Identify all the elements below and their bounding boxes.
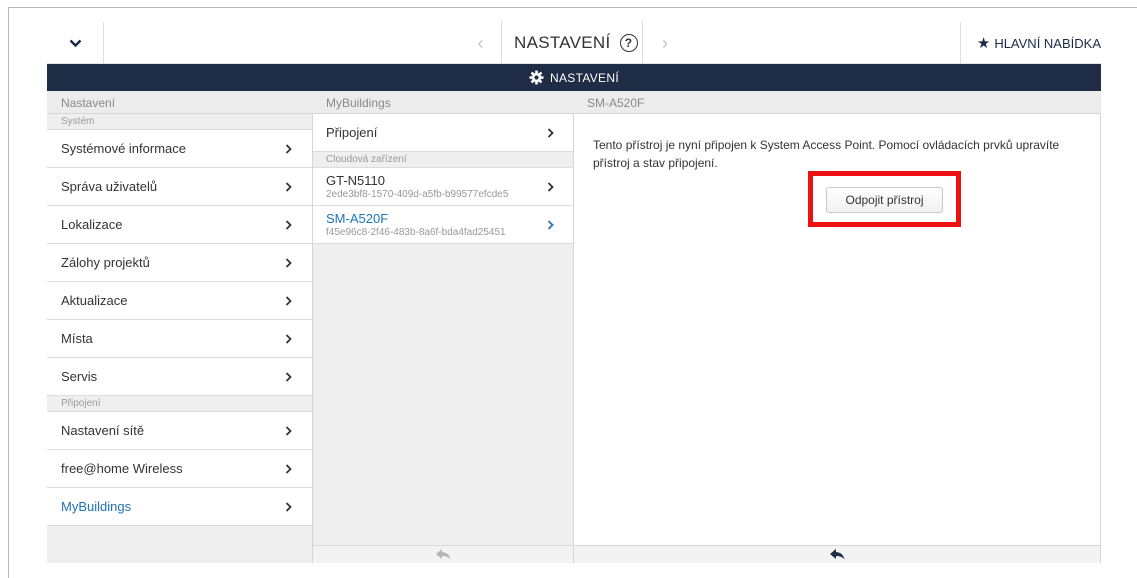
help-icon-glyph: ?	[624, 36, 633, 50]
chevron-right-icon	[547, 181, 554, 192]
chevron-right-icon	[547, 219, 554, 230]
chevron-right-icon	[285, 257, 292, 268]
next-page-button[interactable]: ›	[642, 22, 687, 64]
list-item-connection[interactable]: Připojení	[313, 114, 573, 152]
device-name: GT-N5110	[326, 172, 386, 188]
chevron-right-icon	[285, 143, 292, 154]
back-arrow-icon[interactable]	[829, 549, 845, 560]
chevron-right-icon: ›	[662, 32, 668, 53]
main-menu-label: HLAVNÍ NABÍDKA	[994, 35, 1101, 51]
settings-sidebar: Systém Systémové informace Správa uživat…	[47, 114, 313, 563]
sidebar-item-label: Servis	[61, 369, 98, 384]
sidebar-item-places[interactable]: Místa	[47, 320, 312, 358]
sidebar-item-localization[interactable]: Lokalizace	[47, 206, 312, 244]
highlight-box	[808, 171, 961, 227]
sidebar-item-system-info[interactable]: Systémové informace	[47, 130, 312, 168]
list-item-label: Připojení	[326, 125, 378, 140]
back-arrow-icon[interactable]	[435, 549, 451, 560]
settings-header: NASTAVENÍ	[47, 64, 1101, 91]
mybuildings-list: Připojení Cloudová zařízení GT-N5110 2ed…	[313, 114, 574, 563]
device-id: f45e96c8-2f46-483b-8a6f-bda4fad25451	[326, 226, 506, 238]
chevron-right-icon	[285, 463, 292, 474]
chevron-left-icon: ‹	[477, 32, 484, 53]
top-bar: ‹ NASTAVENÍ ? › ★ HLAVNÍ NABÍDKA	[47, 22, 1101, 64]
sidebar-item-label: Místa	[61, 331, 93, 346]
device-item-sm-a520f[interactable]: SM-A520F f45e96c8-2f46-483b-8a6f-bda4fad…	[313, 206, 573, 244]
sidebar-item-label: Aktualizace	[61, 293, 128, 308]
settings-header-title: NASTAVENÍ	[550, 70, 619, 85]
device-name: SM-A520F	[326, 210, 389, 226]
chevron-right-icon	[285, 425, 292, 436]
sidebar-item-project-backups[interactable]: Zálohy projektů	[47, 244, 312, 282]
chevron-down-icon	[69, 39, 81, 47]
sidebar-item-service[interactable]: Servis	[47, 358, 312, 396]
sidebar-item-label: Správa uživatelů	[61, 179, 158, 194]
sidebar-item-updates[interactable]: Aktualizace	[47, 282, 312, 320]
column-headers: Nastavení MyBuildings SM-A520F	[47, 91, 1101, 114]
sidebar-item-label: free@home Wireless	[61, 461, 183, 476]
help-icon[interactable]: ?	[619, 34, 638, 52]
chevron-right-icon	[285, 181, 292, 192]
sidebar-item-label: Zálohy projektů	[61, 255, 150, 270]
device-id: 2ede3bf8-1570-409d-a5fb-b99577efcde5	[326, 188, 509, 200]
sidebar-item-network-settings[interactable]: Nastavení sítě	[47, 412, 312, 450]
sidebar-item-label: Lokalizace	[61, 217, 123, 232]
sidebar-item-user-management[interactable]: Správa uživatelů	[47, 168, 312, 206]
sidebar-item-label: Nastavení sítě	[61, 423, 145, 438]
chevron-right-icon	[285, 219, 292, 230]
section-system-label: Systém	[61, 116, 95, 127]
prev-page-button[interactable]: ‹	[460, 22, 502, 64]
page-title: NASTAVENÍ ?	[514, 22, 638, 64]
device-item-gt-n5110[interactable]: GT-N5110 2ede3bf8-1570-409d-a5fb-b99577e…	[313, 168, 573, 206]
main-menu-button[interactable]: ★ HLAVNÍ NABÍDKA	[960, 22, 1101, 64]
section-system: Systém	[47, 114, 312, 130]
chevron-right-icon	[285, 371, 292, 382]
gear-icon	[529, 70, 544, 85]
sidebar-item-label: MyBuildings	[61, 499, 132, 514]
chevron-right-icon	[285, 501, 292, 512]
chevron-right-icon	[547, 127, 554, 138]
device-status-message: Tento přístroj je nyní připojen k System…	[593, 138, 1060, 170]
collapse-button[interactable]	[47, 22, 104, 64]
section-connection: Připojení	[47, 396, 312, 412]
chevron-right-icon	[285, 295, 292, 306]
section-cloud-devices: Cloudová zařízení	[313, 152, 573, 168]
sidebar-item-wireless[interactable]: free@home Wireless	[47, 450, 312, 488]
section-cloud-devices-label: Cloudová zařízení	[326, 154, 407, 165]
page-title-text: NASTAVENÍ	[514, 33, 611, 52]
column-title-mybuildings: MyBuildings	[326, 95, 391, 110]
column-footer	[313, 545, 573, 563]
settings-app: ‹ NASTAVENÍ ? › ★ HLAVNÍ NABÍDKA NASTAVE…	[47, 22, 1101, 563]
sidebar-item-label: Systémové informace	[61, 141, 186, 156]
section-connection-label: Připojení	[61, 398, 101, 409]
detail-footer	[574, 545, 1100, 563]
column-title-device: SM-A520F	[587, 95, 645, 110]
star-icon: ★	[976, 35, 991, 52]
column-title-settings: Nastavení	[61, 95, 116, 110]
chevron-right-icon	[285, 333, 292, 344]
device-detail-panel: Tento přístroj je nyní připojen k System…	[574, 114, 1101, 563]
sidebar-item-mybuildings[interactable]: MyBuildings	[47, 488, 312, 526]
